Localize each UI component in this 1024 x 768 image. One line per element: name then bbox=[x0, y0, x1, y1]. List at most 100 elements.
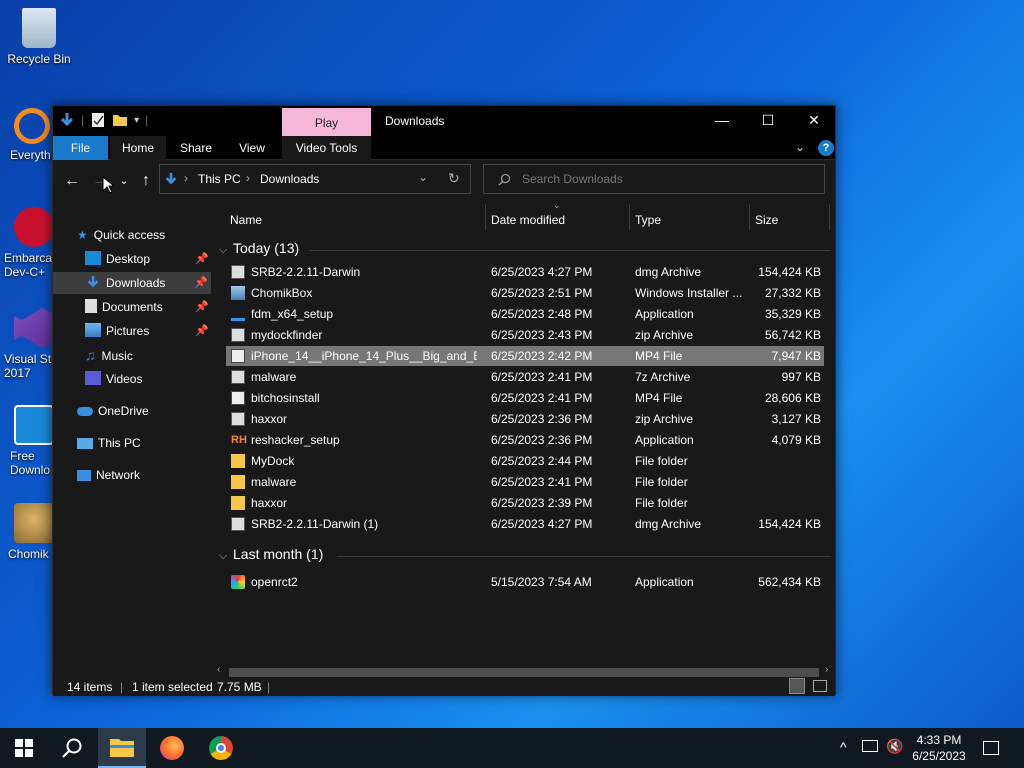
contextual-tab-play[interactable]: Play bbox=[282, 108, 371, 136]
taskbar-chrome[interactable] bbox=[197, 728, 245, 768]
taskbar-search-button[interactable] bbox=[48, 728, 96, 768]
file-row[interactable]: MyDock 6/25/2023 2:44 PM File folder bbox=[228, 451, 824, 471]
nav-this-pc[interactable]: This PC bbox=[77, 432, 141, 454]
column-separator[interactable] bbox=[485, 204, 486, 230]
action-center-icon[interactable] bbox=[983, 741, 999, 755]
nav-item-downloads[interactable]: Downloads 📌 bbox=[53, 272, 211, 294]
nav-network[interactable]: Network bbox=[77, 464, 140, 486]
file-row[interactable]: SRB2-2.2.11-Darwin 6/25/2023 4:27 PM dmg… bbox=[228, 262, 824, 282]
file-row[interactable]: RH reshacker_setup 6/25/2023 2:36 PM App… bbox=[228, 430, 824, 450]
group-header-today[interactable]: ⌵ Today (13) bbox=[219, 240, 299, 257]
network-status-icon[interactable] bbox=[862, 740, 878, 752]
scroll-left-icon[interactable]: ‹ bbox=[217, 664, 220, 675]
separator: | bbox=[267, 680, 271, 694]
file-row[interactable]: openrct2 5/15/2023 7:54 AM Application 5… bbox=[228, 572, 824, 592]
group-divider bbox=[337, 556, 831, 557]
close-button[interactable]: ✕ bbox=[791, 106, 837, 136]
file-row[interactable]: SRB2-2.2.11-Darwin (1) 6/25/2023 4:27 PM… bbox=[228, 514, 824, 534]
help-icon[interactable]: ? bbox=[818, 140, 834, 156]
expand-ribbon-icon[interactable]: ⌄ bbox=[795, 140, 805, 154]
firefox-icon bbox=[160, 736, 184, 760]
desktop-icon-devcpp[interactable]: Embarca Dev-C+ bbox=[0, 207, 52, 279]
nav-item-videos[interactable]: Videos bbox=[85, 368, 142, 390]
desktop-icon-recycle-bin[interactable]: Recycle Bin bbox=[2, 8, 76, 66]
file-row[interactable]: haxxor 6/25/2023 2:36 PM zip Archive 3,1… bbox=[228, 409, 824, 429]
ribbon-tabs: File Home Share View Video Tools ⌄ ? bbox=[53, 136, 835, 160]
nav-item-music[interactable]: ♫ Music bbox=[85, 344, 133, 366]
search-box[interactable] bbox=[483, 164, 825, 194]
nav-onedrive[interactable]: OneDrive bbox=[77, 400, 149, 422]
tab-video-tools[interactable]: Video Tools bbox=[282, 136, 371, 160]
nav-item-pictures[interactable]: Pictures 📌 bbox=[85, 320, 209, 342]
address-dropdown-icon[interactable]: ⌄ bbox=[418, 170, 428, 184]
large-icons-view-icon[interactable] bbox=[813, 680, 827, 692]
collapse-chevron-icon: ⌵ bbox=[219, 244, 228, 256]
search-input[interactable] bbox=[522, 171, 812, 187]
star-icon: ★ bbox=[77, 228, 88, 242]
desktop-icon-free-download-manager[interactable]: Free Downlo bbox=[0, 405, 52, 477]
desktop-icon-visual-studio[interactable]: Visual St 2017 bbox=[0, 308, 52, 380]
navigation-bar: ← → ⌄ ↑ › This PC › Downloads ⌄ ↻ bbox=[53, 160, 835, 200]
back-arrow-icon[interactable]: ← bbox=[63, 172, 81, 190]
column-separator[interactable] bbox=[829, 204, 830, 230]
scrollbar-thumb[interactable] bbox=[229, 668, 819, 677]
desktop-icon bbox=[85, 251, 101, 265]
clock-date: 6/25/2023 bbox=[912, 749, 966, 763]
file-row[interactable]: bitchosinstall 6/25/2023 2:41 PM MP4 Fil… bbox=[228, 388, 824, 408]
column-header-date[interactable]: Date modified bbox=[491, 208, 565, 232]
column-separator[interactable] bbox=[629, 204, 630, 230]
taskbar-firefox[interactable] bbox=[148, 728, 196, 768]
tab-view[interactable]: View bbox=[229, 136, 275, 160]
installer-icon bbox=[231, 286, 245, 300]
column-header-size[interactable]: Size bbox=[755, 208, 778, 232]
tab-home[interactable]: Home bbox=[110, 136, 166, 160]
desktop-icon-chomikbox[interactable]: Chomik bbox=[0, 503, 52, 561]
column-separator[interactable] bbox=[749, 204, 750, 230]
pictures-icon bbox=[85, 323, 101, 337]
customize-qat-icon[interactable]: ▾ bbox=[134, 115, 139, 126]
mouse-cursor-icon bbox=[102, 176, 114, 194]
horizontal-scrollbar[interactable]: ‹ › bbox=[213, 664, 835, 678]
file-explorer-window: | ▾ | Play Downloads — ☐ ✕ File Home Sha… bbox=[52, 105, 837, 696]
taskbar-clock[interactable]: 4:33 PM 6/25/2023 bbox=[906, 732, 972, 764]
column-header-type[interactable]: Type bbox=[635, 208, 661, 232]
breadcrumb-downloads[interactable]: Downloads bbox=[260, 172, 319, 186]
downloads-icon bbox=[87, 275, 99, 288]
file-row[interactable]: haxxor 6/25/2023 2:39 PM File folder bbox=[228, 493, 824, 513]
address-bar[interactable]: › This PC › Downloads ⌄ ↻ bbox=[159, 164, 471, 194]
new-folder-icon[interactable] bbox=[112, 112, 128, 128]
group-header-last-month[interactable]: ⌵ Last month (1) bbox=[219, 546, 323, 563]
file-row-selected[interactable]: iPhone_14__iPhone_14_Plus__Big_and_Bi...… bbox=[226, 346, 824, 366]
details-view-icon[interactable] bbox=[789, 678, 805, 694]
tab-file[interactable]: File bbox=[53, 136, 108, 160]
maximize-button[interactable]: ☐ bbox=[745, 106, 791, 136]
file-row[interactable]: ChomikBox 6/25/2023 2:51 PM Windows Inst… bbox=[228, 283, 824, 303]
recent-locations-chevron-icon[interactable]: ⌄ bbox=[115, 172, 133, 190]
file-row[interactable]: malware 6/25/2023 2:41 PM File folder bbox=[228, 472, 824, 492]
devcpp-icon bbox=[14, 207, 52, 247]
app-icon bbox=[231, 575, 245, 589]
up-arrow-icon[interactable]: ↑ bbox=[137, 172, 155, 190]
file-row[interactable]: malware 6/25/2023 2:41 PM 7z Archive 997… bbox=[228, 367, 824, 387]
free-download-manager-icon bbox=[14, 405, 52, 445]
nav-item-documents[interactable]: Documents 📌 bbox=[85, 296, 209, 318]
properties-icon[interactable] bbox=[90, 112, 106, 128]
navigation-pane: ★ Quick access Desktop 📌 Downloads 📌 Docu… bbox=[53, 200, 211, 678]
start-button[interactable] bbox=[0, 728, 48, 768]
taskbar-file-explorer[interactable] bbox=[98, 728, 146, 768]
file-row[interactable]: fdm_x64_setup 6/25/2023 2:48 PM Applicat… bbox=[228, 304, 824, 324]
nav-item-desktop[interactable]: Desktop 📌 bbox=[85, 248, 209, 270]
chrome-icon bbox=[209, 736, 233, 760]
nav-quick-access[interactable]: ★ Quick access bbox=[77, 224, 165, 246]
desktop-icon-everything[interactable]: Everyth bbox=[0, 108, 52, 162]
breadcrumb-separator: › bbox=[184, 171, 188, 185]
refresh-icon[interactable]: ↻ bbox=[448, 170, 460, 187]
scroll-right-icon[interactable]: › bbox=[825, 664, 828, 675]
file-row[interactable]: mydockfinder 6/25/2023 2:43 PM zip Archi… bbox=[228, 325, 824, 345]
volume-muted-icon[interactable]: 🔇 bbox=[886, 738, 903, 755]
show-hidden-icons-icon[interactable]: ^ bbox=[840, 739, 847, 755]
minimize-button[interactable]: — bbox=[699, 106, 745, 136]
tab-share[interactable]: Share bbox=[171, 136, 221, 160]
breadcrumb-this-pc[interactable]: This PC bbox=[198, 172, 241, 186]
column-header-name[interactable]: Name bbox=[230, 208, 262, 232]
